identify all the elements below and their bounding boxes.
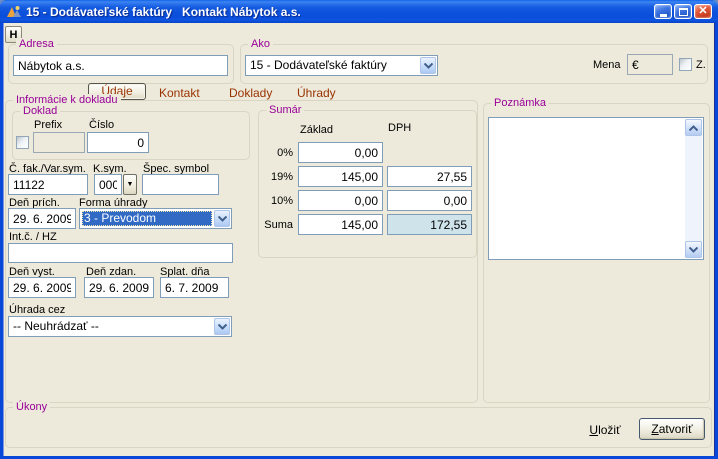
prefix-label: Prefix <box>34 119 62 131</box>
chevron-down-icon <box>218 216 227 222</box>
uhrada-cez-label: Úhrada cez <box>9 304 65 316</box>
dph-19-input[interactable] <box>387 166 472 187</box>
doklad-checkbox[interactable] <box>16 136 29 149</box>
splat-dna-input[interactable] <box>160 277 229 298</box>
uhrada-cez-value: -- Neuhrádzať -- <box>11 319 212 334</box>
adresa-input[interactable] <box>13 55 228 76</box>
scroll-up-button[interactable] <box>685 119 702 136</box>
cislo-label: Číslo <box>89 119 114 131</box>
sumar-group-title: Sumár <box>266 104 304 117</box>
spec-input[interactable] <box>142 174 219 195</box>
ako-dropdown-button[interactable] <box>420 57 436 74</box>
chevron-up-icon <box>689 125 698 131</box>
ksym-input[interactable] <box>94 174 122 195</box>
title-bar[interactable]: 15 - Dodávateľské faktúry Kontakt Nábyto… <box>0 0 718 23</box>
rate-19-label: 19% <box>260 171 293 183</box>
ako-combobox[interactable]: 15 - Dodávateľské faktúry <box>245 55 438 76</box>
poznamka-textarea[interactable] <box>488 117 704 260</box>
chevron-down-icon <box>218 324 227 330</box>
maximize-icon <box>679 8 688 16</box>
rate-0-label: 0% <box>260 147 293 159</box>
zaklad-column-header: Základ <box>300 124 333 136</box>
suma-total-input[interactable] <box>387 214 472 235</box>
mena-input[interactable] <box>627 54 673 75</box>
z-checkbox[interactable] <box>679 58 692 71</box>
zaklad-0-input[interactable] <box>298 142 383 163</box>
suma-label: Suma <box>260 219 293 231</box>
minimize-button[interactable] <box>654 4 672 19</box>
suma-zaklad-input[interactable] <box>298 214 383 235</box>
dph-10-input[interactable] <box>387 190 472 211</box>
zaklad-10-input[interactable] <box>298 190 383 211</box>
forma-uhrady-combobox[interactable]: 3 - Prevodom <box>79 208 232 229</box>
zaklad-19-input[interactable] <box>298 166 383 187</box>
window-title: 15 - Dodávateľské faktúry Kontakt Nábyto… <box>26 5 301 19</box>
save-button[interactable]: Uložiť <box>578 421 632 439</box>
poznamka-group-title: Poznámka <box>491 97 549 110</box>
close-icon: ✕ <box>698 6 707 17</box>
uhrada-cez-combobox[interactable]: -- Neuhrádzať -- <box>8 316 232 337</box>
uhrada-cez-dropdown-button[interactable] <box>214 318 230 335</box>
tab-kontakt[interactable]: Kontakt <box>159 86 200 100</box>
den-zdan-input[interactable] <box>84 277 154 298</box>
mena-label: Mena <box>593 59 621 71</box>
prefix-input[interactable] <box>33 132 85 153</box>
dph-column-header: DPH <box>388 122 411 134</box>
close-button[interactable]: ✕ <box>694 4 712 19</box>
poznamka-text <box>491 120 683 257</box>
chevron-down-icon <box>424 63 433 69</box>
forma-uhrady-value: 3 - Prevodom <box>82 211 212 226</box>
app-window: 15 - Dodávateľské faktúry Kontakt Nábyto… <box>0 0 718 459</box>
ako-group-title: Ako <box>248 38 273 51</box>
den-vyst-input[interactable] <box>8 277 76 298</box>
tab-doklady[interactable]: Doklady <box>229 86 272 100</box>
app-icon <box>6 4 22 20</box>
den-prich-input[interactable] <box>8 208 76 229</box>
intc-input[interactable] <box>8 243 233 263</box>
minimize-icon <box>660 14 667 17</box>
rate-10-label: 10% <box>260 195 293 207</box>
forma-uhrady-dropdown-button[interactable] <box>214 210 230 227</box>
z-checkbox-label: Z. <box>696 59 706 71</box>
ako-combobox-value: 15 - Dodávateľské faktúry <box>248 58 418 73</box>
cislo-input[interactable] <box>87 132 149 153</box>
intc-label: Int.č. / HZ <box>9 231 57 243</box>
close-form-button[interactable]: Zatvoriť <box>639 418 705 440</box>
adresa-group-title: Adresa <box>16 38 57 51</box>
chevron-down-icon <box>689 247 698 253</box>
tab-uhrady[interactable]: Úhrady <box>297 86 336 100</box>
poznamka-scrollbar[interactable] <box>685 119 702 258</box>
cfak-input[interactable] <box>8 174 88 195</box>
maximize-button[interactable] <box>674 4 692 19</box>
ukony-group-title: Úkony <box>13 401 50 414</box>
ksym-dropdown-button[interactable]: ▼ <box>123 174 137 195</box>
doklad-group-title: Doklad <box>20 105 60 118</box>
scroll-down-button[interactable] <box>685 241 702 258</box>
